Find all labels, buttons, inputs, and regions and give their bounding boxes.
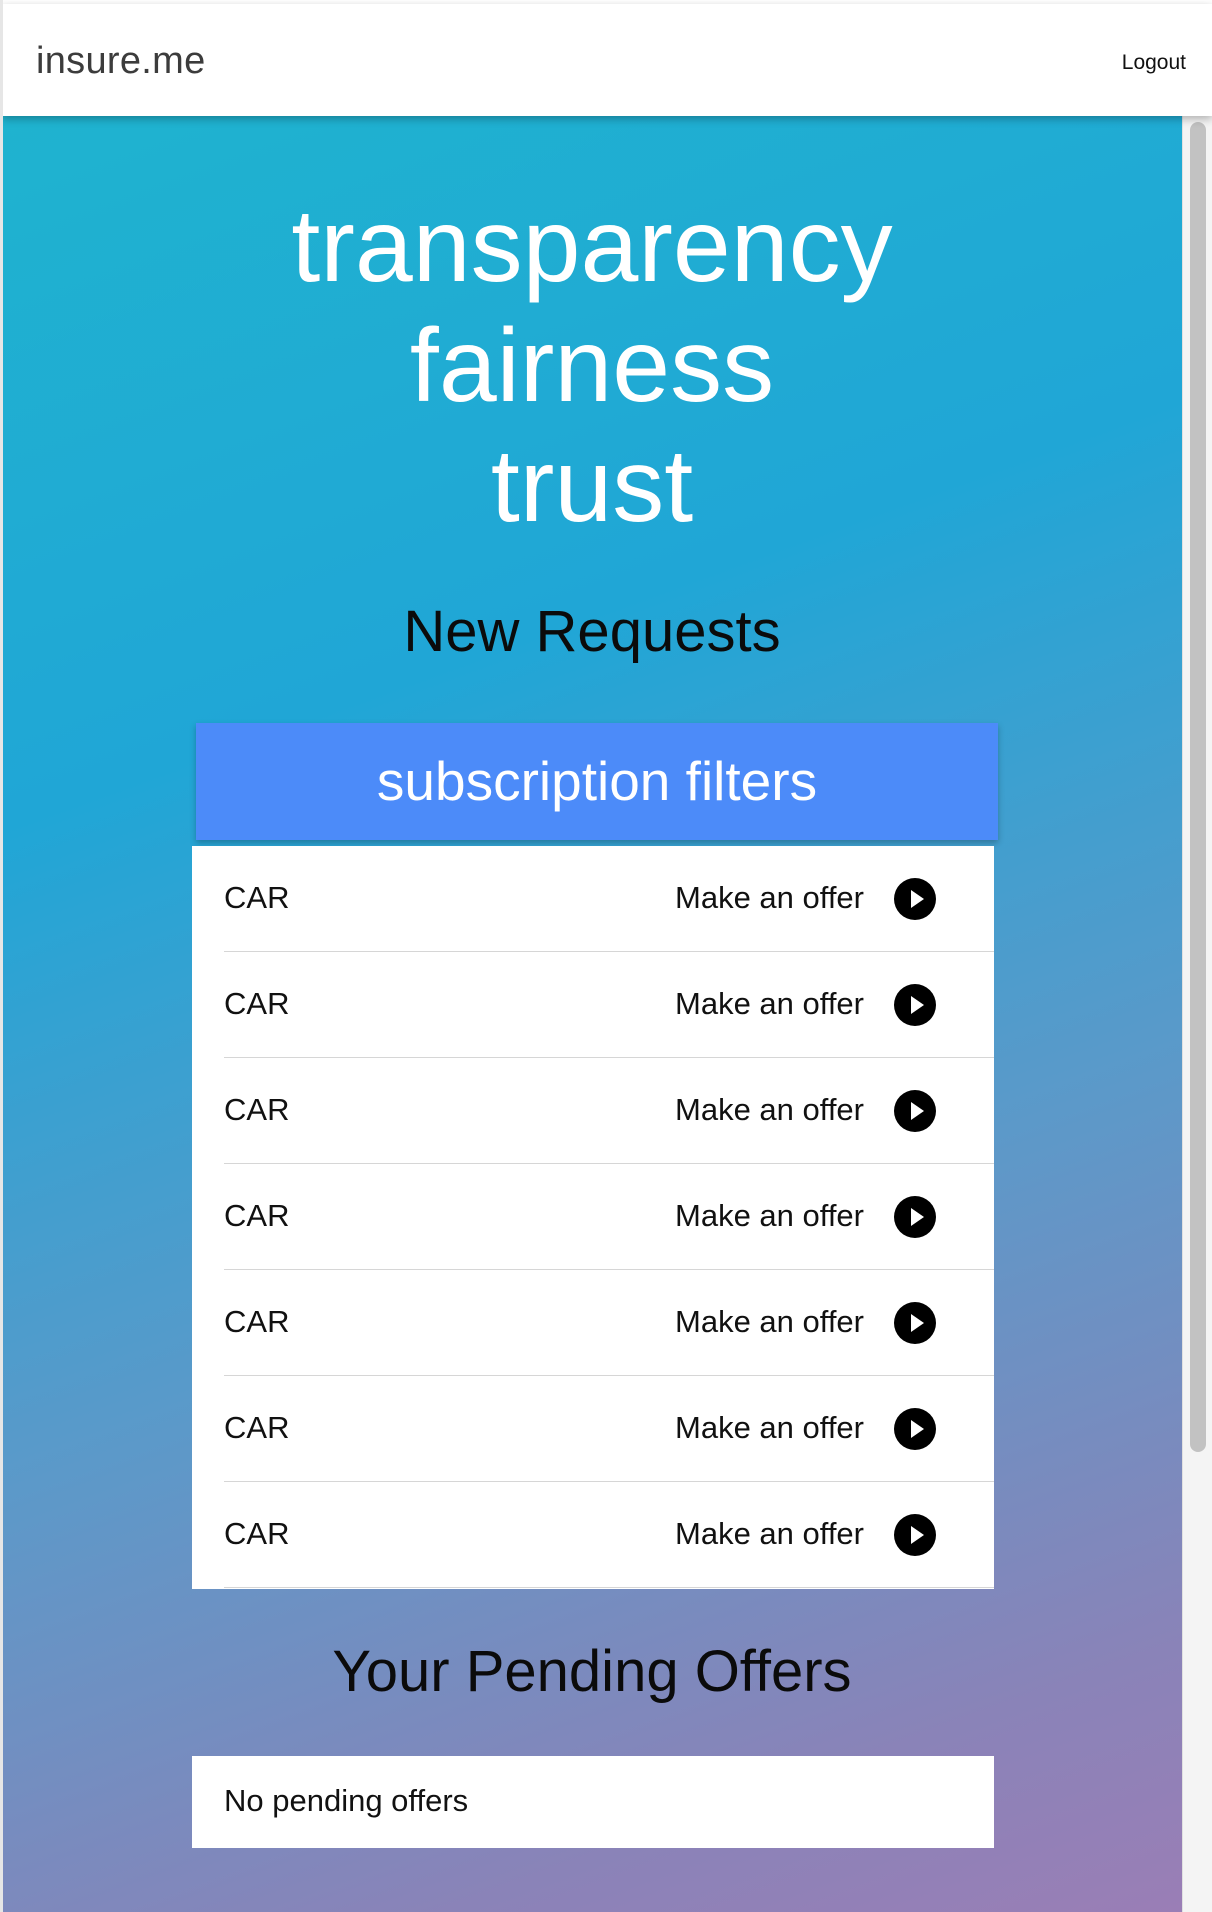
list-item: CAR Make an offer xyxy=(192,1164,994,1270)
play-circle-icon[interactable] xyxy=(894,1196,936,1238)
make-offer-button[interactable]: Make an offer xyxy=(642,1191,942,1243)
request-type: CAR xyxy=(224,880,290,915)
scrollbar-thumb[interactable] xyxy=(1190,122,1206,1452)
list-item: CAR Make an offer xyxy=(192,1058,994,1164)
play-circle-icon[interactable] xyxy=(894,878,936,920)
make-offer-button[interactable]: Make an offer xyxy=(642,1509,942,1561)
play-circle-icon[interactable] xyxy=(894,1408,936,1450)
pending-offers-list: No pending offers xyxy=(192,1756,994,1848)
request-type: CAR xyxy=(224,986,290,1021)
hero-line-fairness: fairness xyxy=(409,308,775,424)
brand-logo[interactable]: insure.me xyxy=(36,40,206,83)
list-item: CAR Make an offer xyxy=(192,952,994,1058)
make-offer-button[interactable]: Make an offer xyxy=(642,979,942,1031)
request-type: CAR xyxy=(224,1516,290,1551)
request-list: CAR Make an offer CAR Make an offer CAR … xyxy=(192,846,994,1589)
make-offer-button[interactable]: Make an offer xyxy=(642,1403,942,1455)
make-offer-label: Make an offer xyxy=(675,1092,864,1127)
request-type: CAR xyxy=(224,1092,290,1127)
list-item: CAR Make an offer xyxy=(192,846,994,952)
play-circle-icon[interactable] xyxy=(894,1302,936,1344)
play-circle-icon[interactable] xyxy=(894,1514,936,1556)
request-type: CAR xyxy=(224,1304,290,1339)
app-window: insure.me Logout transparency fairness t… xyxy=(0,0,1212,1912)
play-circle-icon[interactable] xyxy=(894,1090,936,1132)
window-edge xyxy=(0,0,3,1912)
hero-line-transparency: transparency xyxy=(291,188,893,304)
make-offer-button[interactable]: Make an offer xyxy=(642,1085,942,1137)
pending-offers-heading: Your Pending Offers xyxy=(332,1639,852,1704)
main-content: transparency fairness trust New Requests… xyxy=(2,116,1182,1912)
hero-slogan: transparency fairness trust xyxy=(2,186,1182,546)
make-offer-label: Make an offer xyxy=(675,1516,864,1551)
list-item: CAR Make an offer xyxy=(192,1482,994,1588)
request-type: CAR xyxy=(224,1410,290,1445)
make-offer-label: Make an offer xyxy=(675,1198,864,1233)
make-offer-button[interactable]: Make an offer xyxy=(642,1297,942,1349)
logout-link[interactable]: Logout xyxy=(1122,51,1186,75)
empty-state-text: No pending offers xyxy=(224,1783,469,1818)
subscription-filters-button[interactable]: subscription filters xyxy=(196,723,998,840)
hero-line-trust: trust xyxy=(490,428,694,544)
list-item: CAR Make an offer xyxy=(192,1376,994,1482)
make-offer-label: Make an offer xyxy=(675,986,864,1021)
top-navbar: insure.me Logout xyxy=(2,4,1212,116)
make-offer-label: Make an offer xyxy=(675,1410,864,1445)
make-offer-label: Make an offer xyxy=(675,1304,864,1339)
request-type: CAR xyxy=(224,1198,290,1233)
make-offer-button[interactable]: Make an offer xyxy=(642,873,942,925)
make-offer-label: Make an offer xyxy=(675,880,864,915)
play-circle-icon[interactable] xyxy=(894,984,936,1026)
new-requests-heading: New Requests xyxy=(403,599,781,664)
list-item: CAR Make an offer xyxy=(192,1270,994,1376)
